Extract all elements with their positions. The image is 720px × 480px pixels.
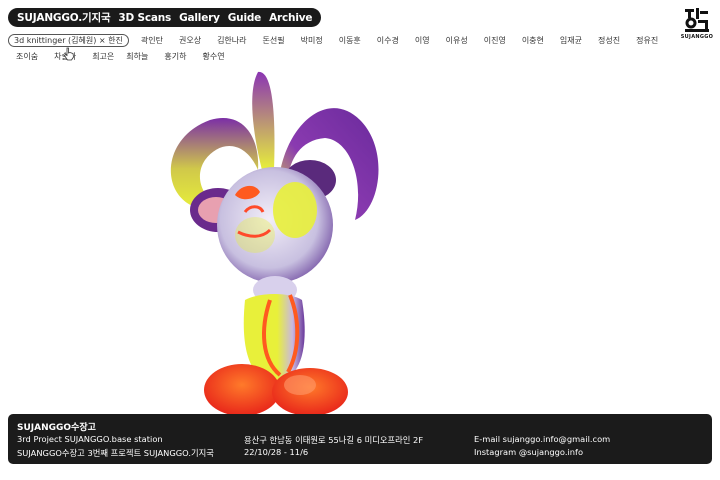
artist-list: 3d knittinger (김혜원) × 한진 곽인탄 권오상 김한나라 돈선… bbox=[8, 34, 680, 63]
artist-tab[interactable]: 김한나라 bbox=[209, 34, 254, 47]
artist-tab[interactable]: 이영 bbox=[407, 34, 438, 47]
contact-email[interactable]: E-mail sujanggo.info@gmail.com bbox=[474, 434, 610, 444]
hand-cursor-icon bbox=[63, 47, 74, 61]
artist-tab[interactable]: 박미정 bbox=[293, 34, 331, 47]
artist-tab[interactable]: 이유성 bbox=[438, 34, 476, 47]
3d-scan-figure-icon[interactable] bbox=[150, 60, 400, 420]
nav-archive-link[interactable]: Archive bbox=[269, 12, 312, 24]
artist-tab[interactable]: 권오상 bbox=[171, 34, 209, 47]
nav-gallery-link[interactable]: Gallery bbox=[179, 12, 220, 24]
top-nav: SUJANGGO.기지국 3D Scans Gallery Guide Arch… bbox=[8, 8, 322, 27]
sujanggo-logo-icon bbox=[685, 7, 709, 32]
project-name: 3rd Project SUJANGGO.base station bbox=[17, 434, 163, 444]
artist-tab[interactable]: 곽인탄 bbox=[133, 34, 171, 47]
footer-title: SUJANGGO수장고 bbox=[17, 423, 96, 433]
nav-3d-scans-link[interactable]: 3D Scans bbox=[118, 12, 171, 24]
artist-tab[interactable]: 이충현 bbox=[514, 34, 552, 47]
artist-tab[interactable]: 이진영 bbox=[476, 34, 514, 47]
instagram-handle[interactable]: Instagram @sujanggo.info bbox=[474, 447, 583, 457]
nav-guide-link[interactable]: Guide bbox=[228, 12, 262, 24]
logo-wordmark: SUJANGGO bbox=[680, 33, 714, 40]
artist-tab[interactable]: 돈선필 bbox=[255, 34, 293, 47]
artist-tab[interactable]: 최고은 bbox=[84, 50, 122, 63]
artist-tab[interactable]: 정성진 bbox=[590, 34, 628, 47]
project-name-kr: SUJANGGO수장고 3번째 프로젝트 SUJANGGO.기지국 bbox=[17, 448, 214, 458]
artist-tab-selected[interactable]: 3d knittinger (김혜원) × 한진 bbox=[8, 34, 129, 47]
nav-home-link[interactable]: SUJANGGO.기지국 bbox=[17, 10, 111, 25]
artist-tab[interactable]: 조이숨 bbox=[8, 50, 46, 63]
sujanggo-logo[interactable]: SUJANGGO bbox=[680, 6, 714, 40]
venue-address: 용산구 한남동 이태원로 55나길 6 미디오프라인 2F bbox=[244, 435, 424, 445]
footer-info: SUJANGGO수장고 3rd Project SUJANGGO.base st… bbox=[8, 414, 712, 464]
artist-tab[interactable]: 임재균 bbox=[552, 34, 590, 47]
exhibition-dates: 22/10/28 - 11/6 bbox=[244, 447, 309, 457]
artist-tab[interactable]: 정유진 bbox=[628, 34, 666, 47]
artist-tab[interactable]: 이동훈 bbox=[331, 34, 369, 47]
artist-tab[interactable]: 이수경 bbox=[369, 34, 407, 47]
